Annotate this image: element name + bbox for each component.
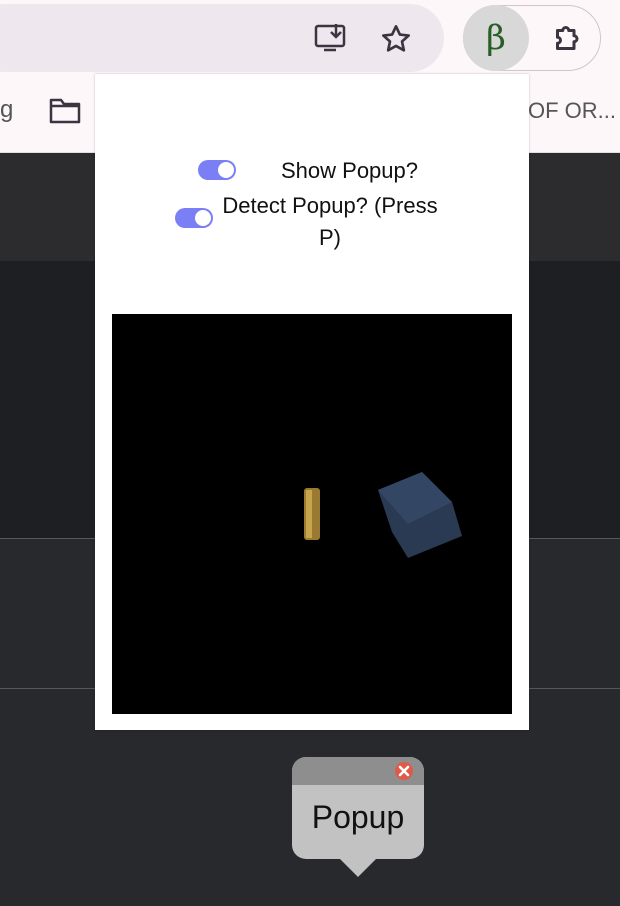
beta-extension-icon[interactable]: β xyxy=(463,5,529,71)
beta-glyph: β xyxy=(486,18,506,58)
yellow-block-highlight xyxy=(306,490,312,538)
page-popup[interactable]: Popup xyxy=(292,757,424,877)
show-popup-label: Show Popup? xyxy=(281,158,418,183)
preview-canvas xyxy=(112,314,512,714)
toggle-knob xyxy=(195,210,211,226)
extension-popup: Show Popup? Detect Popup? (Press P) xyxy=(95,74,529,730)
folder-icon[interactable] xyxy=(48,96,84,128)
close-icon[interactable] xyxy=(394,761,414,781)
popup-tail xyxy=(338,857,378,877)
bookmark-right[interactable]: OF OR... xyxy=(528,98,616,124)
popup-text: Popup xyxy=(311,799,405,835)
toggle-knob xyxy=(218,162,234,178)
browser-toolbar: β xyxy=(0,0,620,76)
show-popup-toggle[interactable] xyxy=(198,160,236,180)
detect-popup-toggle[interactable] xyxy=(175,208,213,228)
bookmark-left[interactable]: g xyxy=(0,96,13,124)
install-app-icon[interactable] xyxy=(312,20,352,56)
star-icon[interactable] xyxy=(377,20,415,58)
puzzle-icon[interactable] xyxy=(548,18,588,58)
detect-popup-label: Detect Popup? (Press P) xyxy=(222,193,438,250)
